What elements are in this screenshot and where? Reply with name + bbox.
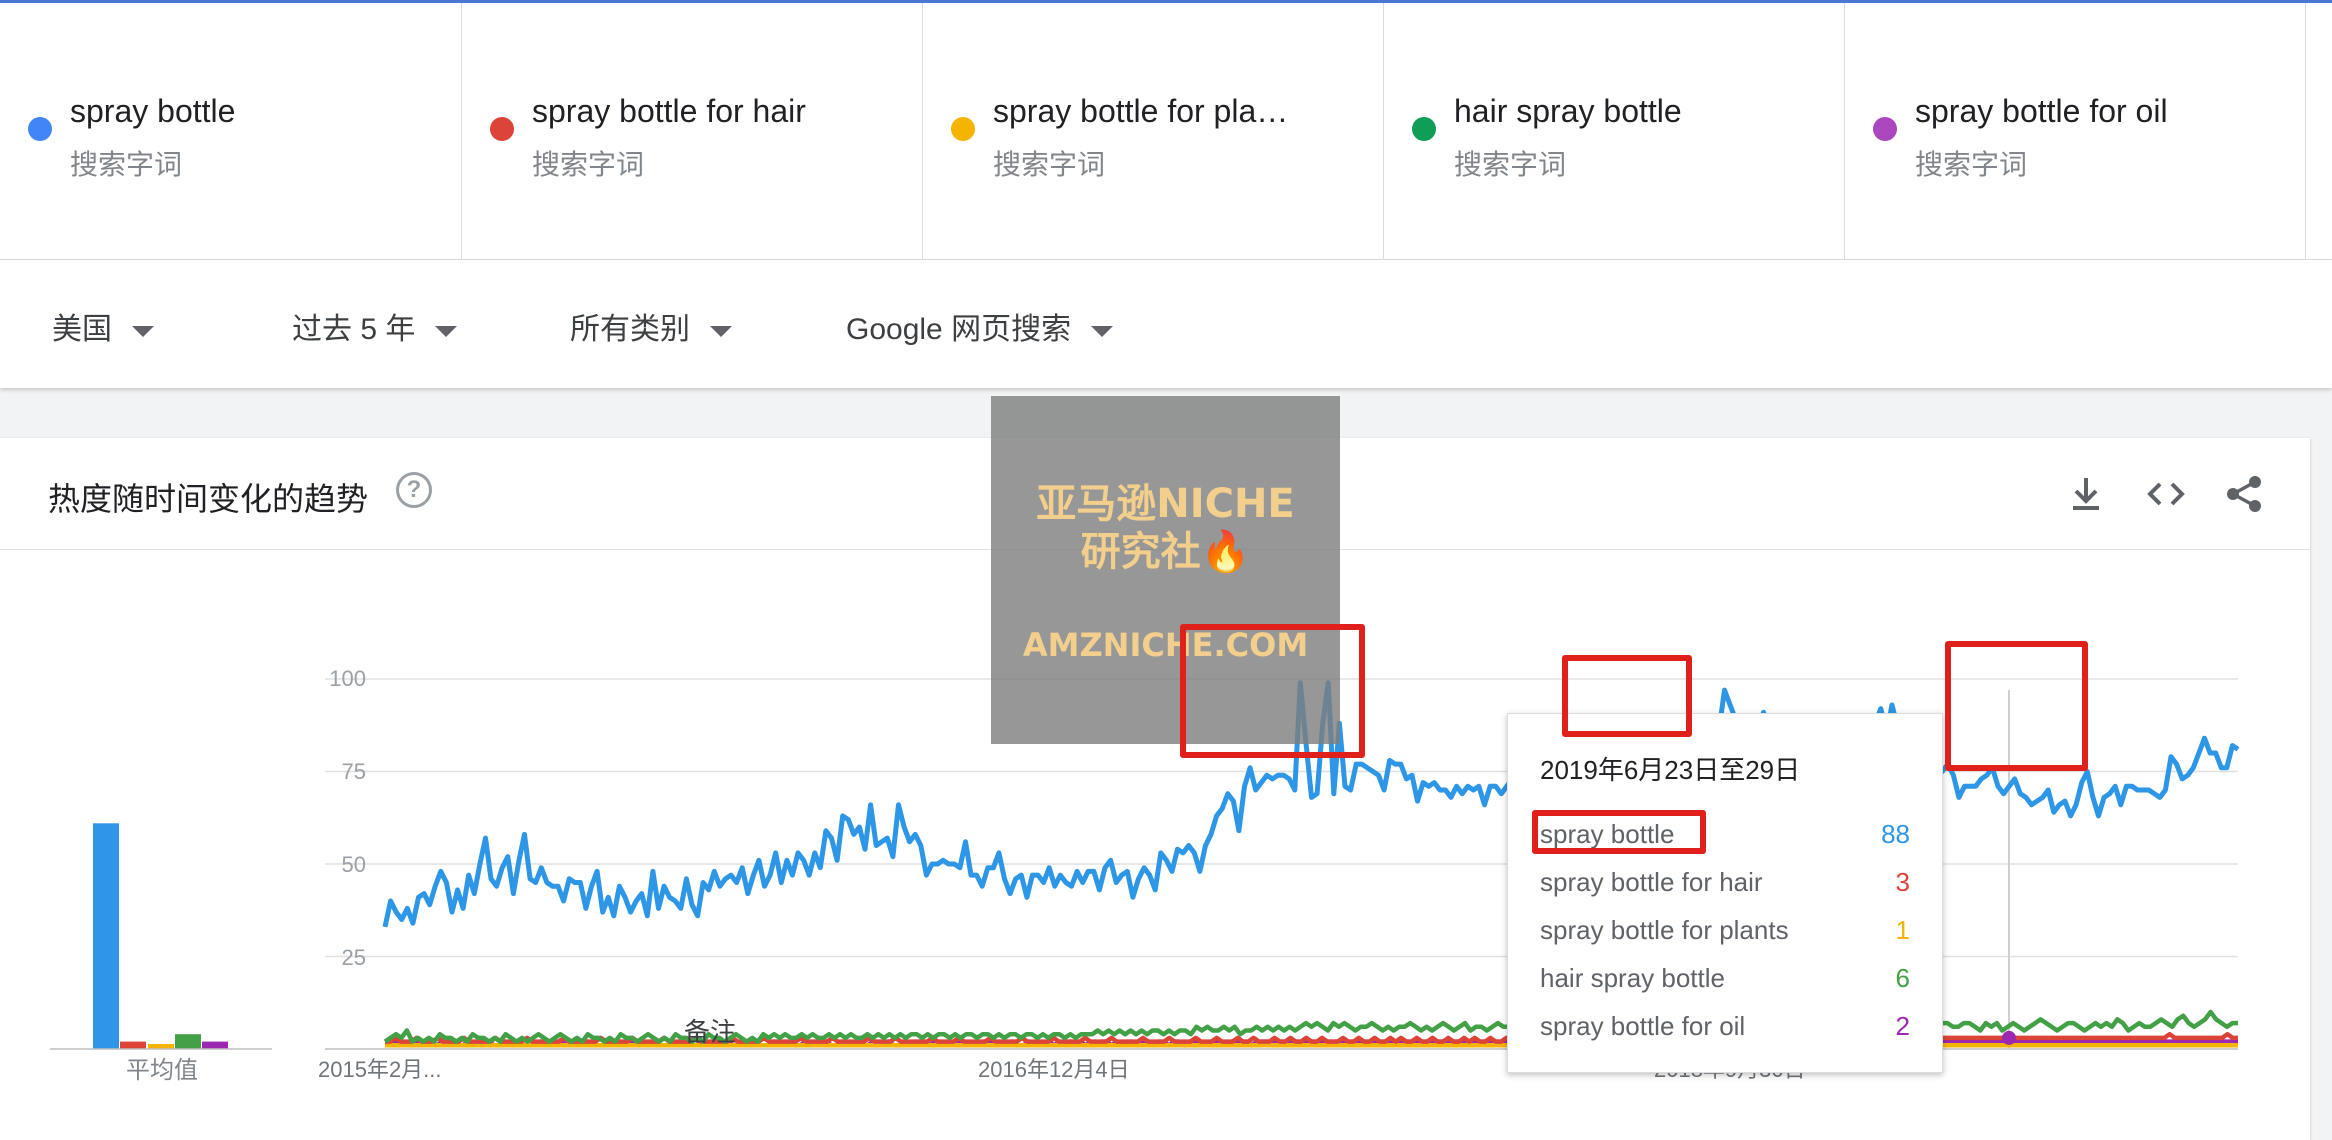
note-label[interactable]: 备注: [684, 1012, 736, 1049]
tooltip-row: spray bottle for oil 2: [1540, 1011, 1910, 1042]
tooltip-term: spray bottle for oil: [1540, 1011, 1746, 1041]
tooltip-value: 2: [1895, 1011, 1910, 1041]
tooltip-value: 1: [1895, 915, 1910, 945]
watermark-line2: 研究社🔥: [1080, 529, 1251, 575]
tooltip-value: 6: [1895, 963, 1910, 993]
hover-point: [2002, 1030, 2016, 1045]
x-tick-label: 2016年12月4日: [978, 1057, 1130, 1082]
y-tick-label: 50: [341, 852, 366, 877]
tooltip-date: 2019年6月23日至29日: [1540, 755, 1801, 785]
tooltip-row: spray bottle for plants 1: [1540, 915, 1910, 946]
y-tick-label: 75: [341, 759, 366, 784]
highlight-box: [1180, 624, 1365, 758]
tooltip-row: hair spray bottle 6: [1540, 963, 1910, 994]
tooltip-value: 3: [1895, 867, 1910, 897]
hover-tooltip: 2019年6月23日至29日 spray bottle 88 spray bot…: [1507, 713, 1943, 1073]
highlight-box: [1562, 655, 1692, 737]
x-tick-label: 2015年2月...: [318, 1057, 442, 1082]
tooltip-value: 88: [1881, 819, 1910, 849]
highlight-box: [1532, 810, 1706, 854]
watermark-text: 亚马逊NICHE 研究社🔥: [991, 480, 1340, 576]
tooltip-row: spray bottle for hair 3: [1540, 867, 1910, 898]
y-tick-label: 25: [341, 945, 366, 970]
average-label: 平均值: [126, 1057, 198, 1084]
tooltip-term: spray bottle for hair: [1540, 867, 1763, 897]
average-bar-spray-bottle: [93, 823, 119, 1049]
average-bar-spray-bottle-for-hair: [120, 1041, 146, 1049]
tooltip-term: hair spray bottle: [1540, 963, 1725, 993]
highlight-box: [1945, 641, 2088, 771]
y-tick-label: 100: [329, 666, 366, 691]
average-bar-hair-spray-bottle: [175, 1034, 201, 1049]
watermark-line1: 亚马逊NICHE: [1036, 481, 1295, 527]
tooltip-term: spray bottle for plants: [1540, 915, 1789, 945]
average-bar-spray-bottle-for-oil: [202, 1041, 228, 1049]
